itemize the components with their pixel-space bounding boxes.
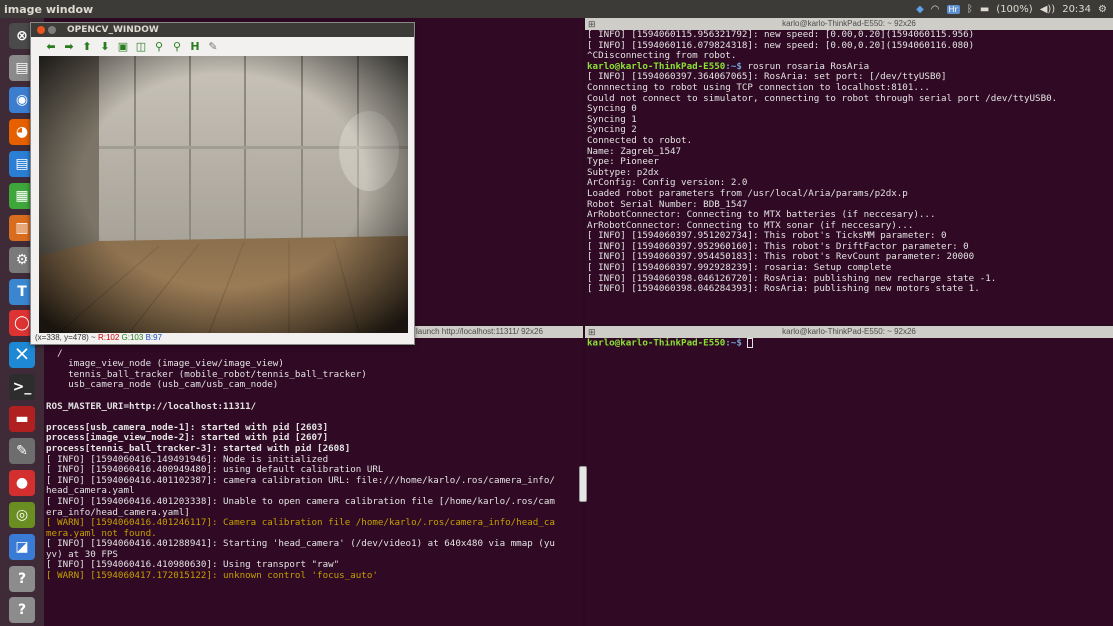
bluetooth-icon[interactable]: ᛒ xyxy=(967,4,973,15)
arrow-right-icon[interactable]: ➡ xyxy=(63,40,75,53)
pixel-coords: (x=338, y=478) ~ xyxy=(35,333,98,342)
launcher-app-red-button[interactable]: ▬ xyxy=(4,404,40,435)
terminal-line: Connected to robot. xyxy=(587,134,693,146)
vscode-icon: ⨉ xyxy=(9,342,35,369)
terminal-titlebar[interactable]: ⊞ karlo@karlo-ThinkPad-E550: ~ 92x26 xyxy=(585,326,1113,338)
opencv-titlebar[interactable]: OPENCV_WINDOW xyxy=(31,23,414,37)
prompt-user: karlo@karlo-ThinkPad-E550 xyxy=(587,337,726,349)
opencv-toolbar: ⬅ ➡ ⬆ ⬇ ▣ ◫ ⚲ ⚲ H ✎ xyxy=(31,37,414,55)
record-icon: ● xyxy=(9,469,35,496)
launcher-webcam-button[interactable]: ◎ xyxy=(4,499,40,530)
opencv-window-title: OPENCV_WINDOW xyxy=(67,25,159,35)
pixel-blue: B:97 xyxy=(145,333,163,342)
arrow-up-icon[interactable]: ⬆ xyxy=(81,40,93,53)
new-tab-icon[interactable]: ⊞ xyxy=(588,18,596,30)
terminal-line: [ INFO] [1594060398.046284393]: RosAria:… xyxy=(587,283,980,295)
terminal-line: Name: Zagreb_1547 xyxy=(587,145,682,157)
new-tab-icon[interactable]: ⊞ xyxy=(588,326,596,338)
text-cursor xyxy=(747,338,754,348)
terminal-title: karlo@karlo-ThinkPad-E550: ~ 92x26 xyxy=(782,19,916,28)
arrow-left-icon[interactable]: ⬅ xyxy=(45,40,57,53)
launcher-screen-button[interactable]: ◪ xyxy=(4,531,40,562)
battery-icon[interactable]: ▬ xyxy=(980,4,989,15)
launcher-help-button[interactable]: ? xyxy=(4,563,40,594)
terminal-line: [ WARN] [1594060417.172015122]: unknown … xyxy=(46,570,378,582)
terminal-line: Connnecting to robot using TCP connectio… xyxy=(587,81,930,93)
pixel-green: G:103 xyxy=(121,333,144,342)
terminal-title: karlo@karlo-ThinkPad-E550: ~ 92x26 xyxy=(782,327,916,336)
active-window-title: image window xyxy=(4,2,94,16)
camera-image[interactable] xyxy=(39,56,408,333)
opencv-window[interactable]: OPENCV_WINDOW ⬅ ➡ ⬆ ⬇ ▣ ◫ ⚲ ⚲ H ✎ (x=338… xyxy=(30,22,415,345)
pixel-info-status: (x=338, y=478) ~ R:102 G:103 B:97 xyxy=(35,333,162,342)
terminal-titlebar[interactable]: ⊞ karlo@karlo-ThinkPad-E550: ~ 92x26 xyxy=(585,18,1113,30)
terminal-bottom-right[interactable]: ⊞ karlo@karlo-ThinkPad-E550: ~ 92x26 kar… xyxy=(585,326,1113,626)
zoom-window-icon[interactable]: ◫ xyxy=(135,40,147,53)
terminal-top-right[interactable]: ⊞ karlo@karlo-ThinkPad-E550: ~ 92x26 [ I… xyxy=(585,18,1113,324)
launcher-editor-button[interactable]: ✎ xyxy=(4,436,40,467)
terminal-line: ROS_MASTER_URI=http://localhost:11311/ xyxy=(46,400,257,412)
prompt-path: :~$ xyxy=(725,60,748,72)
minimize-icon[interactable] xyxy=(48,26,56,34)
terminal-line: Loaded robot parameters from /usr/local/… xyxy=(587,187,908,199)
terminal-line: [ INFO] [1594060416.401288941]: Starting… xyxy=(46,538,555,550)
arrow-down-icon[interactable]: ⬇ xyxy=(99,40,111,53)
prompt-command: rosrun rosaria RosAria xyxy=(747,60,870,72)
prompt-user: karlo@karlo-ThinkPad-E550 xyxy=(587,60,726,72)
help2-icon: ? xyxy=(9,597,35,624)
system-tray: ◆ ◠ Hr ᛒ ▬ (100%) ◀)) 20:34 ⚙ xyxy=(916,0,1107,18)
battery-percent[interactable]: (100%) xyxy=(996,4,1032,15)
terminal-line: Syncing 1 xyxy=(587,113,637,125)
volume-icon[interactable]: ◀)) xyxy=(1040,4,1056,15)
app-red-icon: ▬ xyxy=(9,406,35,433)
settings-gear-icon[interactable]: ⚙ xyxy=(1098,4,1107,15)
prompt-path: :~$ xyxy=(725,337,748,349)
terminal-line: process[tennis_ball_tracker-3]: started … xyxy=(46,442,351,454)
help-icon: ? xyxy=(9,565,35,592)
launcher-terminal-button[interactable]: >_ xyxy=(4,372,40,403)
camera-image-view xyxy=(39,56,408,333)
terminal-bottom-left[interactable]: launch http://localhost:11311/ 92x26 NOD… xyxy=(44,326,584,626)
scrollbar-thumb[interactable] xyxy=(579,466,587,502)
properties-icon[interactable]: ✎ xyxy=(207,40,219,53)
webcam-icon: ◎ xyxy=(9,501,35,528)
terminal-output[interactable]: karlo@karlo-ThinkPad-E550:~$ xyxy=(585,338,1113,349)
close-icon[interactable] xyxy=(37,26,45,34)
terminal-line: [ INFO] [1594060115.956321792]: new spee… xyxy=(587,29,975,40)
terminal-line: [ INFO] [1594060416.401203338]: Unable t… xyxy=(46,495,555,507)
terminal-icon: >_ xyxy=(9,374,35,401)
top-panel: image window ◆ ◠ Hr ᛒ ▬ (100%) ◀)) 20:34… xyxy=(0,0,1113,18)
keyboard-layout-indicator[interactable]: Hr xyxy=(946,4,960,14)
terminal-line: Could not connect to simulator, connecti… xyxy=(587,92,1058,104)
terminal-output[interactable]: [ INFO] [1594060115.956321792]: new spee… xyxy=(585,29,1113,295)
pane-divider-vertical[interactable] xyxy=(583,18,585,626)
zoom-fit-icon[interactable]: ▣ xyxy=(117,40,129,53)
launcher-record-button[interactable]: ● xyxy=(4,467,40,498)
zoom-in-icon[interactable]: ⚲ xyxy=(153,40,165,53)
wifi-icon[interactable]: ◠ xyxy=(931,4,940,15)
pixel-red: R:102 xyxy=(97,333,120,342)
screen-icon: ◪ xyxy=(9,533,35,560)
zoom-out-icon[interactable]: ⚲ xyxy=(171,40,183,53)
launcher-help2-button[interactable]: ? xyxy=(4,595,40,626)
terminal-title: launch http://localhost:11311/ 92x26 xyxy=(416,327,543,336)
terminal-line: Syncing 0 xyxy=(587,103,637,115)
dropbox-icon[interactable]: ◆ xyxy=(916,4,924,15)
save-icon[interactable]: H xyxy=(189,40,201,53)
terminal-output[interactable]: NODES / image_view_node (image_view/imag… xyxy=(44,337,584,582)
clock[interactable]: 20:34 xyxy=(1062,4,1091,15)
terminal-line: usb_camera_node (usb_cam/usb_cam_node) xyxy=(46,379,279,391)
terminal-line: Type: Pioneer xyxy=(587,156,659,168)
editor-icon: ✎ xyxy=(9,438,35,465)
